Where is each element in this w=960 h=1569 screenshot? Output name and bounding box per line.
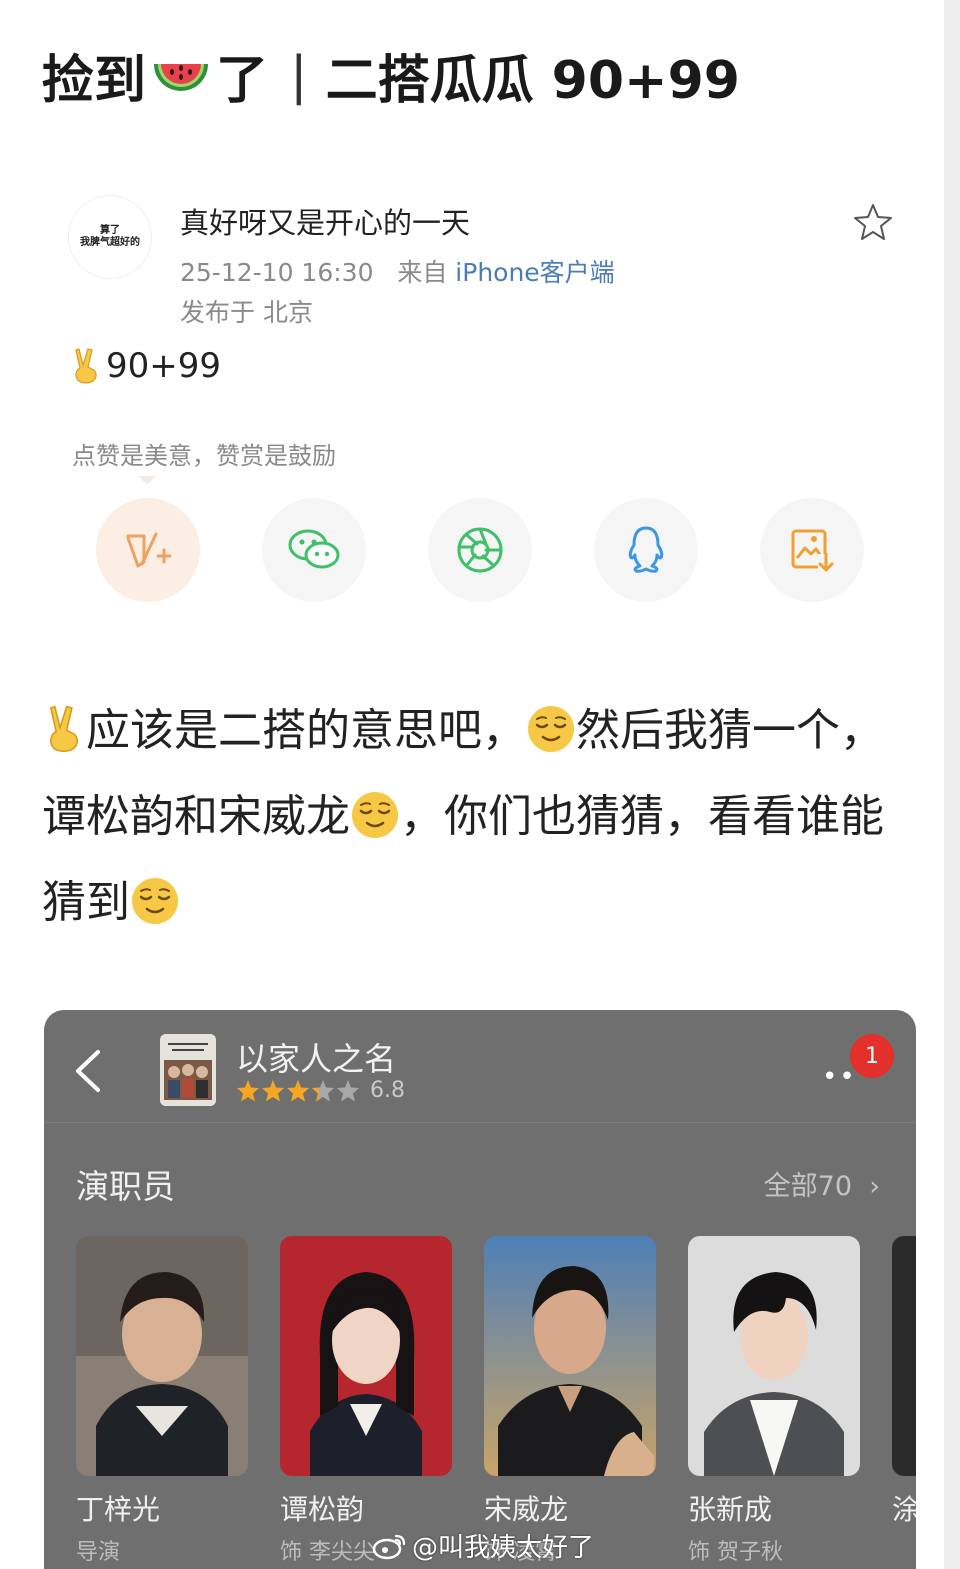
caption-text-3: 猜到 [42,877,130,928]
weibo-reward-icon [126,532,172,568]
more-options-icon[interactable]: •• [822,1062,857,1092]
reward-hint: 点赞是美意，赞赏是鼓励 [72,442,336,470]
post-body: 90+99 [70,346,221,386]
relieved-face-icon [352,792,398,838]
caption-text-2a: 谭松韵和宋威龙 [42,791,350,842]
wechat-share-button[interactable] [262,498,366,602]
save-image-button[interactable] [760,498,864,602]
title-suffix: 了 [216,51,269,111]
page-title: 捡到 了 | 二搭瓜瓜 90+99 [42,38,740,113]
avatar-text-line1: 算了 [100,225,120,236]
cast-section-title: 演职员 [76,1167,175,1206]
cast-photo [688,1236,860,1476]
avatar-text-line2: 我脾气超好的 [80,237,140,248]
chevron-right-icon: › [860,1171,880,1202]
avatar[interactable]: 算了 我脾气超好的 [68,195,152,279]
title-main: 二搭瓜瓜 90+99 [325,51,740,111]
movie-card[interactable]: 以家人之名 6.8 •• 1 演职员 全部70 › 丁梓光 导演 谭松韵 饰 李… [44,1010,916,1569]
username[interactable]: 真好呀又是开心的一天 [180,200,470,242]
moments-share-button[interactable] [428,498,532,602]
notification-badge: 1 [850,1034,894,1078]
cast-role: 导演 [76,1540,121,1565]
post-timestamp: 25-12-10 16:30 [180,258,374,287]
wechat-icon [288,529,340,569]
weibo-reward-button[interactable] [96,498,200,602]
post-location: 发布于 北京 [180,298,313,327]
caption-line-3: 猜到 [42,860,922,946]
cast-name: 谭松韵 [280,1493,365,1526]
cast-name: 张新成 [688,1493,773,1526]
movie-card-header: 以家人之名 6.8 •• 1 [44,1010,916,1123]
cast-photo [484,1236,656,1476]
cast-photo [76,1236,248,1476]
cast-item[interactable]: 涂 [892,1236,916,1534]
cast-item[interactable]: 宋威龙 饰 凌霄 [484,1236,656,1566]
caption-text-1a: 应该是二搭的意思吧， [86,705,526,756]
favorite-star-icon[interactable] [853,202,893,242]
post-caption: 应该是二搭的意思吧， 然后我猜一个， 谭松韵和宋威龙 ，你们也猜猜，看看谁能 猜… [42,688,922,946]
cast-item[interactable]: 谭松韵 饰 李尖尖 [280,1236,452,1566]
moments-icon [457,527,503,573]
weibo-watermark: @叫我姨太好了 [372,1527,594,1564]
movie-rating: 6.8 [236,1078,405,1103]
rating-score: 6.8 [370,1078,405,1103]
cast-name: 宋威龙 [484,1493,569,1526]
poster-image [160,1034,216,1106]
watermelon-emoji-icon [154,63,209,91]
relieved-face-icon [132,878,178,924]
see-all-cast-link[interactable]: 全部70 › [764,1164,880,1203]
victory-hand-icon [49,705,78,752]
weibo-logo-icon [372,1534,406,1559]
cast-role: 饰 贺子秋 [688,1540,783,1565]
relieved-face-icon [528,706,574,752]
cast-item[interactable]: 丁梓光 导演 [76,1236,248,1566]
title-prefix: 捡到 [42,51,147,111]
victory-hand-icon [75,348,97,384]
qq-share-button[interactable] [594,498,698,602]
caption-line-1: 应该是二搭的意思吧， 然后我猜一个， [42,688,922,774]
post-body-text: 90+99 [106,346,222,386]
back-arrow-icon[interactable] [72,1048,104,1094]
page-edge-strip [944,0,960,1569]
watermark-text: @叫我姨太好了 [412,1533,595,1563]
caption-text-2b: ，你们也猜猜，看看谁能 [400,791,884,842]
cast-photo [892,1236,916,1476]
cast-photo [280,1236,452,1476]
cast-name: 丁梓光 [76,1493,161,1526]
post-source[interactable]: iPhone客户端 [455,258,614,287]
caption-text-1b: 然后我猜一个， [576,705,884,756]
post-meta: 25-12-10 16:30 来自 iPhone客户端 [180,253,615,289]
from-label: 来自 [397,258,448,287]
share-row [96,498,864,602]
cast-name: 涂 [892,1493,916,1526]
qq-icon [628,526,664,573]
cast-item[interactable]: 张新成 饰 贺子秋 [688,1236,860,1566]
save-image-icon [791,529,834,572]
caption-line-2: 谭松韵和宋威龙 ，你们也猜猜，看看谁能 [42,774,922,860]
see-all-label: 全部70 [763,1171,853,1202]
movie-title: 以家人之名 [236,1040,397,1078]
hint-caret-icon [138,476,156,485]
rating-stars-icon [237,1079,359,1101]
movie-poster[interactable] [160,1034,216,1106]
title-divider: | [290,45,308,106]
